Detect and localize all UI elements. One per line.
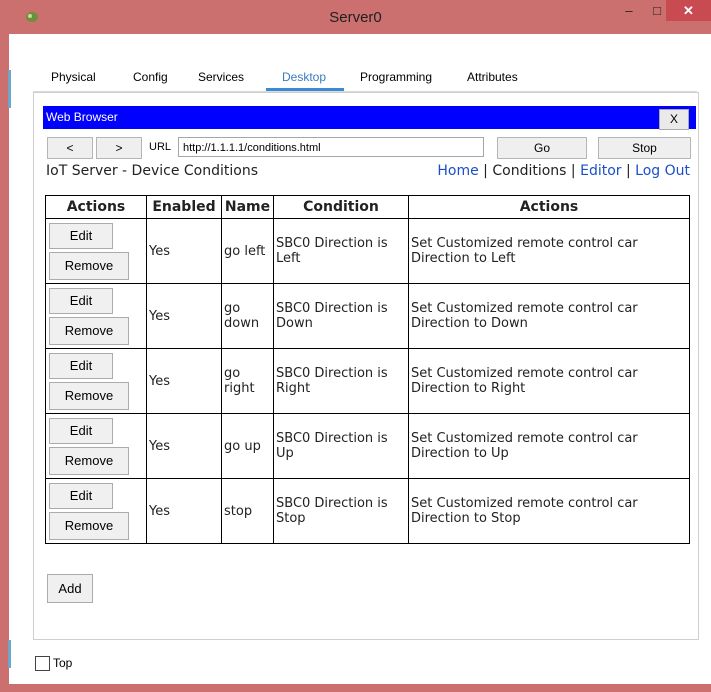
tab-programming[interactable]: Programming [356, 70, 436, 84]
condition-cell: SBC0 Direction is Up [273, 413, 409, 479]
nav-separator: | [621, 163, 636, 179]
nav-separator: | [566, 163, 581, 179]
name-cell: go up [221, 413, 274, 479]
edit-button[interactable]: Edit [49, 287, 113, 314]
back-button[interactable]: < [47, 137, 93, 159]
web-browser-title: Web Browser [46, 110, 118, 124]
window-left-border [0, 34, 9, 692]
remove-button[interactable]: Remove [49, 251, 129, 280]
nav-separator: | [478, 163, 493, 179]
table-row: Edit Remove Yes go right SBC0 Direction … [45, 348, 690, 414]
condition-cell: SBC0 Direction is Stop [273, 478, 409, 544]
stop-button[interactable]: Stop [598, 137, 691, 159]
minimize-button[interactable]: – [616, 0, 642, 22]
edit-button[interactable]: Edit [49, 482, 113, 509]
browser-close-button[interactable]: X [659, 109, 689, 130]
url-label: URL [149, 141, 172, 153]
top-checkbox-label: Top [53, 656, 73, 670]
home-link[interactable]: Home [437, 163, 478, 179]
enabled-cell: Yes [146, 478, 222, 544]
row-buttons: Edit Remove [45, 218, 147, 284]
remove-button[interactable]: Remove [49, 316, 129, 345]
action-cell: Set Customized remote control car Direct… [408, 478, 690, 544]
table-row: Edit Remove Yes stop SBC0 Direction is S… [45, 478, 690, 544]
row-buttons: Edit Remove [45, 283, 147, 349]
active-tab-indicator [266, 88, 344, 91]
name-cell: go right [221, 348, 274, 414]
tab-services[interactable]: Services [194, 70, 248, 84]
tab-config[interactable]: Config [129, 70, 172, 84]
page-nav-links: Home | Conditions | Editor | Log Out [437, 163, 690, 179]
row-buttons: Edit Remove [45, 478, 147, 544]
editor-link[interactable]: Editor [580, 163, 621, 179]
name-cell: go left [221, 218, 274, 284]
tab-bar: Physical Config Services Desktop Program… [33, 66, 697, 92]
action-cell: Set Customized remote control car Direct… [408, 283, 690, 349]
close-window-button[interactable]: ✕ [666, 0, 711, 21]
condition-cell: SBC0 Direction is Right [273, 348, 409, 414]
left-edge-marker [8, 640, 11, 668]
enabled-cell: Yes [146, 413, 222, 479]
add-button[interactable]: Add [47, 574, 93, 603]
left-edge-marker [8, 70, 11, 108]
edit-button[interactable]: Edit [49, 417, 113, 444]
condition-cell: SBC0 Direction is Down [273, 283, 409, 349]
title-bar[interactable]: Server0 [0, 0, 711, 34]
row-buttons: Edit Remove [45, 413, 147, 479]
edit-button[interactable]: Edit [49, 352, 113, 379]
header-condition: Condition [273, 195, 409, 219]
window-bottom-border [0, 684, 711, 692]
header-enabled: Enabled [146, 195, 222, 219]
enabled-cell: Yes [146, 283, 222, 349]
remove-button[interactable]: Remove [49, 511, 129, 540]
header-actions-desc: Actions [408, 195, 690, 219]
window-title: Server0 [329, 9, 382, 26]
page-title: IoT Server - Device Conditions [46, 163, 258, 179]
enabled-cell: Yes [146, 218, 222, 284]
table-header-row: Actions Enabled Name Condition Actions [45, 195, 690, 219]
action-cell: Set Customized remote control car Direct… [408, 413, 690, 479]
logout-link[interactable]: Log Out [635, 163, 690, 179]
edit-button[interactable]: Edit [49, 222, 113, 249]
table-row: Edit Remove Yes go left SBC0 Direction i… [45, 218, 690, 284]
web-browser-header: Web Browser [43, 106, 696, 129]
condition-cell: SBC0 Direction is Left [273, 218, 409, 284]
header-name: Name [221, 195, 274, 219]
row-buttons: Edit Remove [45, 348, 147, 414]
top-checkbox[interactable] [35, 656, 50, 671]
url-input[interactable]: http://1.1.1.1/conditions.html [178, 137, 484, 157]
table-row: Edit Remove Yes go up SBC0 Direction is … [45, 413, 690, 479]
action-cell: Set Customized remote control car Direct… [408, 348, 690, 414]
tab-desktop[interactable]: Desktop [278, 70, 330, 84]
action-cell: Set Customized remote control car Direct… [408, 218, 690, 284]
tab-physical[interactable]: Physical [47, 70, 100, 84]
remove-button[interactable]: Remove [49, 446, 129, 475]
tab-attributes[interactable]: Attributes [463, 70, 522, 84]
conditions-table: Actions Enabled Name Condition Actions E… [45, 195, 690, 544]
enabled-cell: Yes [146, 348, 222, 414]
forward-button[interactable]: > [96, 137, 142, 159]
remove-button[interactable]: Remove [49, 381, 129, 410]
go-button[interactable]: Go [497, 137, 587, 159]
table-row: Edit Remove Yes go down SBC0 Direction i… [45, 283, 690, 349]
header-actions: Actions [45, 195, 147, 219]
name-cell: go down [221, 283, 274, 349]
name-cell: stop [221, 478, 274, 544]
conditions-link[interactable]: Conditions [492, 163, 566, 179]
